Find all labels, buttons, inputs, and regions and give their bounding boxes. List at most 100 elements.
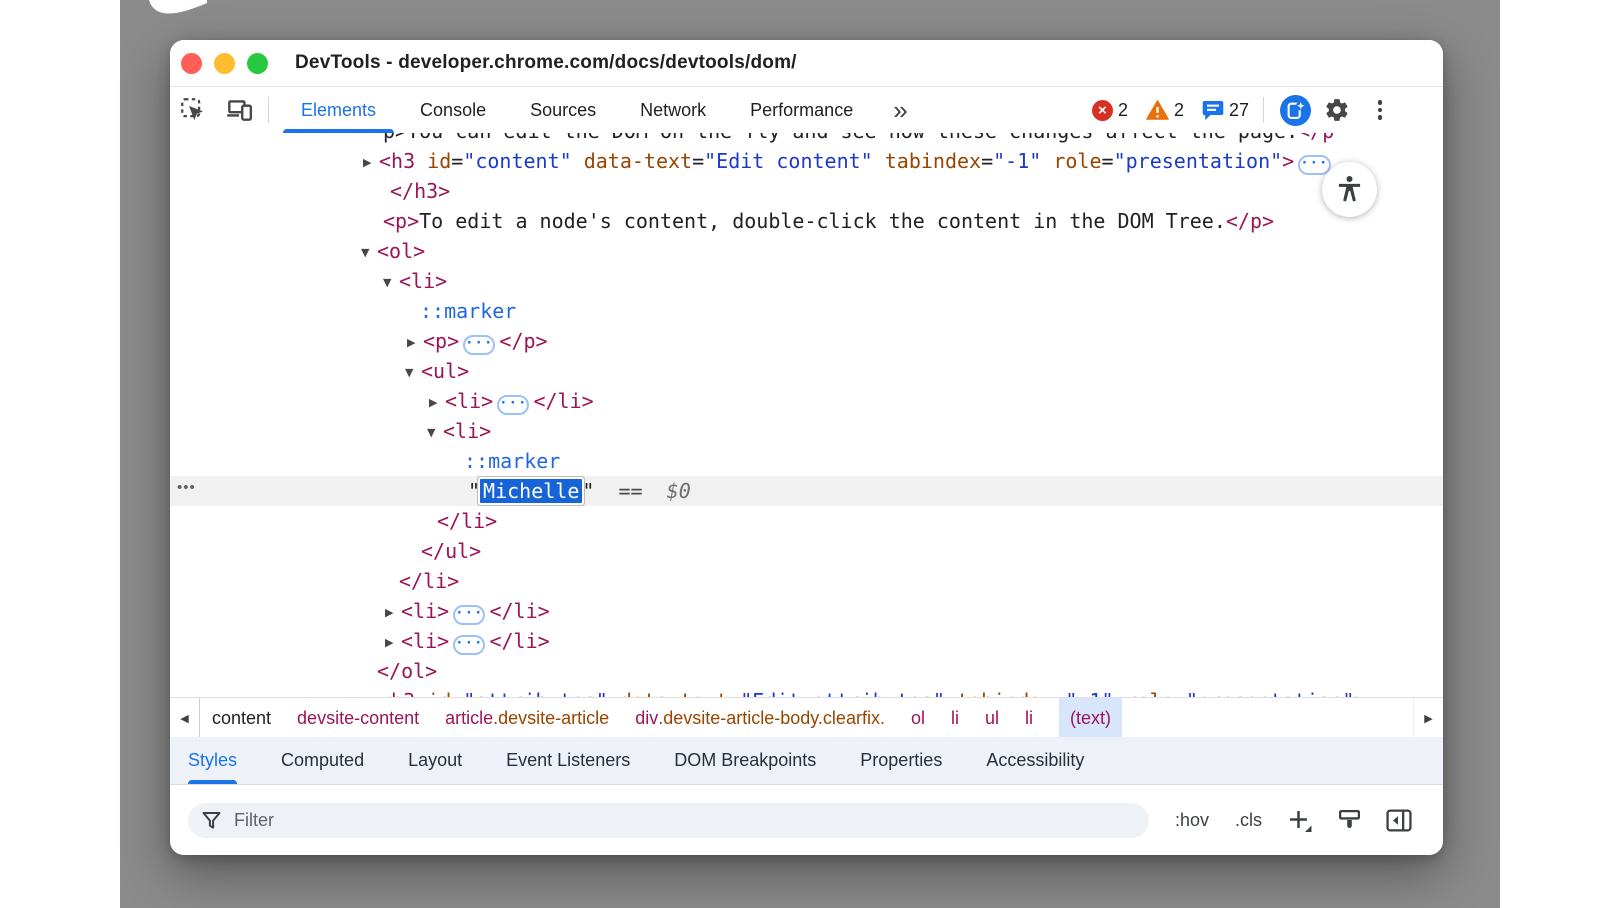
dom-token: <li> [443, 419, 491, 443]
toggle-element-state-button[interactable]: :hov [1175, 810, 1209, 831]
device-toolbar-button[interactable] [216, 87, 262, 133]
pane-tab-computed[interactable]: Computed [281, 737, 364, 784]
pane-tab-accessibility[interactable]: Accessibility [986, 737, 1084, 784]
tree-expanded-icon[interactable]: ▼ [427, 418, 443, 448]
paint-brush-button[interactable] [1337, 808, 1362, 833]
errors-badge[interactable]: × 2 [1092, 100, 1128, 121]
tab-elements[interactable]: Elements [279, 87, 398, 133]
breadcrumb-scroll-left-button[interactable]: ◀ [170, 698, 200, 738]
issues-badge[interactable]: 27 [1202, 100, 1249, 121]
dom-token: > [1282, 149, 1294, 173]
breadcrumb-scroll-right-button[interactable]: ▶ [1413, 698, 1443, 738]
tab-console[interactable]: Console [398, 87, 508, 133]
dom-tree-line[interactable]: ▼<ul> [170, 356, 1443, 386]
pane-tab-event-listeners[interactable]: Event Listeners [506, 737, 630, 784]
breadcrumb-text: ul [985, 708, 999, 729]
row-actions-icon[interactable]: ••• [177, 473, 196, 503]
dom-token: "presentation" [1114, 149, 1283, 173]
toggle-sidebar-button[interactable] [1386, 809, 1412, 832]
breadcrumbs: content devsite-content article.devsite-ar… [200, 698, 1122, 738]
tree-collapsed-icon[interactable]: ▶ [407, 328, 423, 358]
warning-count: 2 [1174, 100, 1184, 121]
dom-tree-line[interactable]: </li> [170, 566, 1443, 596]
dom-tree-line[interactable]: ▶<p>···</p> [170, 326, 1443, 356]
close-window-button[interactable] [181, 53, 202, 74]
pane-tab-properties[interactable]: Properties [860, 737, 942, 784]
breadcrumb-text: ol [911, 708, 925, 729]
devtools-tabs: ElementsConsoleSourcesNetworkPerformance [279, 87, 875, 133]
minimize-window-button[interactable] [214, 53, 235, 74]
dom-token: <li> [399, 269, 447, 293]
dom-token: </p [1298, 133, 1334, 143]
tree-collapsed-icon[interactable]: ▶ [385, 628, 401, 658]
tab-sources[interactable]: Sources [508, 87, 618, 133]
breadcrumb-item[interactable]: (text) [1059, 698, 1122, 738]
dom-tree-line[interactable]: </li> [170, 506, 1443, 536]
settings-button[interactable] [1317, 90, 1357, 130]
node-ellipsis-icon[interactable]: ··· [453, 605, 485, 625]
tree-expanded-icon[interactable]: ▼ [361, 238, 377, 268]
filter-input[interactable] [232, 809, 1036, 832]
element-classes-button[interactable]: .cls [1235, 810, 1262, 831]
breadcrumb-item[interactable]: li [951, 698, 959, 738]
dom-tree-line[interactable]: ::marker [170, 446, 1443, 476]
dom-token: "-1" [993, 149, 1041, 173]
node-ellipsis-icon[interactable]: ··· [453, 635, 485, 655]
dom-tree-line[interactable]: ▶<h3 id="content" data-text="Edit conten… [170, 146, 1443, 176]
dom-token: " [582, 479, 594, 503]
dom-token: To edit a node's content, double-click t… [419, 209, 1226, 233]
dom-token: </p> [1226, 209, 1274, 233]
dock-panel-icon [1386, 809, 1412, 832]
dom-tree-line[interactable]: ▶<li>···</li> [170, 626, 1443, 656]
dom-tree-line[interactable]: •••"Michelle" == $0 [170, 476, 1443, 506]
desktop-background: DevTools - developer.chrome.com/docs/dev… [0, 0, 1600, 908]
tab-performance[interactable]: Performance [728, 87, 875, 133]
dom-tree-line[interactable]: ▼<ol> [170, 236, 1443, 266]
dom-token: </h3> [390, 179, 450, 203]
toolbar-divider [268, 97, 269, 123]
tree-collapsed-icon[interactable]: ▶ [429, 388, 445, 418]
warnings-badge[interactable]: 2 [1146, 100, 1184, 121]
breadcrumb-item[interactable]: ol [911, 698, 925, 738]
dom-token: <li> [401, 599, 449, 623]
tree-expanded-icon[interactable]: ▼ [405, 358, 421, 388]
dom-tree-line[interactable]: ::marker [170, 296, 1443, 326]
dom-tree-line[interactable]: ▼<li> [170, 416, 1443, 446]
tree-collapsed-icon[interactable]: ▶ [385, 598, 401, 628]
more-options-button[interactable] [1365, 90, 1395, 130]
dom-tree-line[interactable]: </ol> [170, 656, 1443, 686]
breadcrumb-item[interactable]: li [1025, 698, 1033, 738]
maximize-window-button[interactable] [247, 53, 268, 74]
dom-tree-line[interactable]: </h3> [170, 176, 1443, 206]
inspect-element-button[interactable] [170, 87, 216, 133]
breadcrumb-text: li [951, 708, 959, 729]
breadcrumb-item[interactable]: ul [985, 698, 999, 738]
pane-tab-styles[interactable]: Styles [188, 737, 237, 784]
node-ellipsis-icon[interactable]: ··· [463, 335, 495, 355]
breadcrumb-item[interactable]: devsite-content [297, 698, 419, 738]
dom-token: data-text [572, 149, 692, 173]
pane-tab-layout[interactable]: Layout [408, 737, 462, 784]
dom-tree-line[interactable]: </ul> [170, 536, 1443, 566]
new-style-rule-button[interactable] [1286, 807, 1313, 834]
dom-tree-line[interactable]: <p>To edit a node's content, double-clic… [170, 206, 1443, 236]
ai-assistance-button[interactable] [1280, 95, 1311, 126]
tree-expanded-icon[interactable]: ▼ [383, 268, 399, 298]
filter-funnel-icon [202, 811, 221, 830]
dom-tree-line[interactable]: p>You can edit the DOM on the fly and se… [170, 133, 1443, 146]
breadcrumb-item[interactable]: article.devsite-article [445, 698, 609, 738]
tree-collapsed-icon[interactable]: ▶ [363, 148, 379, 178]
breadcrumb-item[interactable]: content [212, 698, 271, 738]
tab-network[interactable]: Network [618, 87, 728, 133]
node-ellipsis-icon[interactable]: ··· [1298, 155, 1330, 175]
more-tabs-button[interactable]: » [889, 97, 911, 123]
accessibility-overlay-button[interactable] [1322, 162, 1377, 217]
dom-tree-line[interactable]: ▶<li>···</li> [170, 386, 1443, 416]
node-ellipsis-icon[interactable]: ··· [497, 395, 529, 415]
selected-text-editor[interactable]: Michelle [480, 479, 582, 503]
dom-token: == [594, 479, 666, 503]
dom-tree-line[interactable]: ▶<li>···</li> [170, 596, 1443, 626]
breadcrumb-item[interactable]: div.devsite-article-body.clearfix. [635, 698, 885, 738]
pane-tab-dom-breakpoints[interactable]: DOM Breakpoints [674, 737, 816, 784]
dom-tree-line[interactable]: ▼<li> [170, 266, 1443, 296]
